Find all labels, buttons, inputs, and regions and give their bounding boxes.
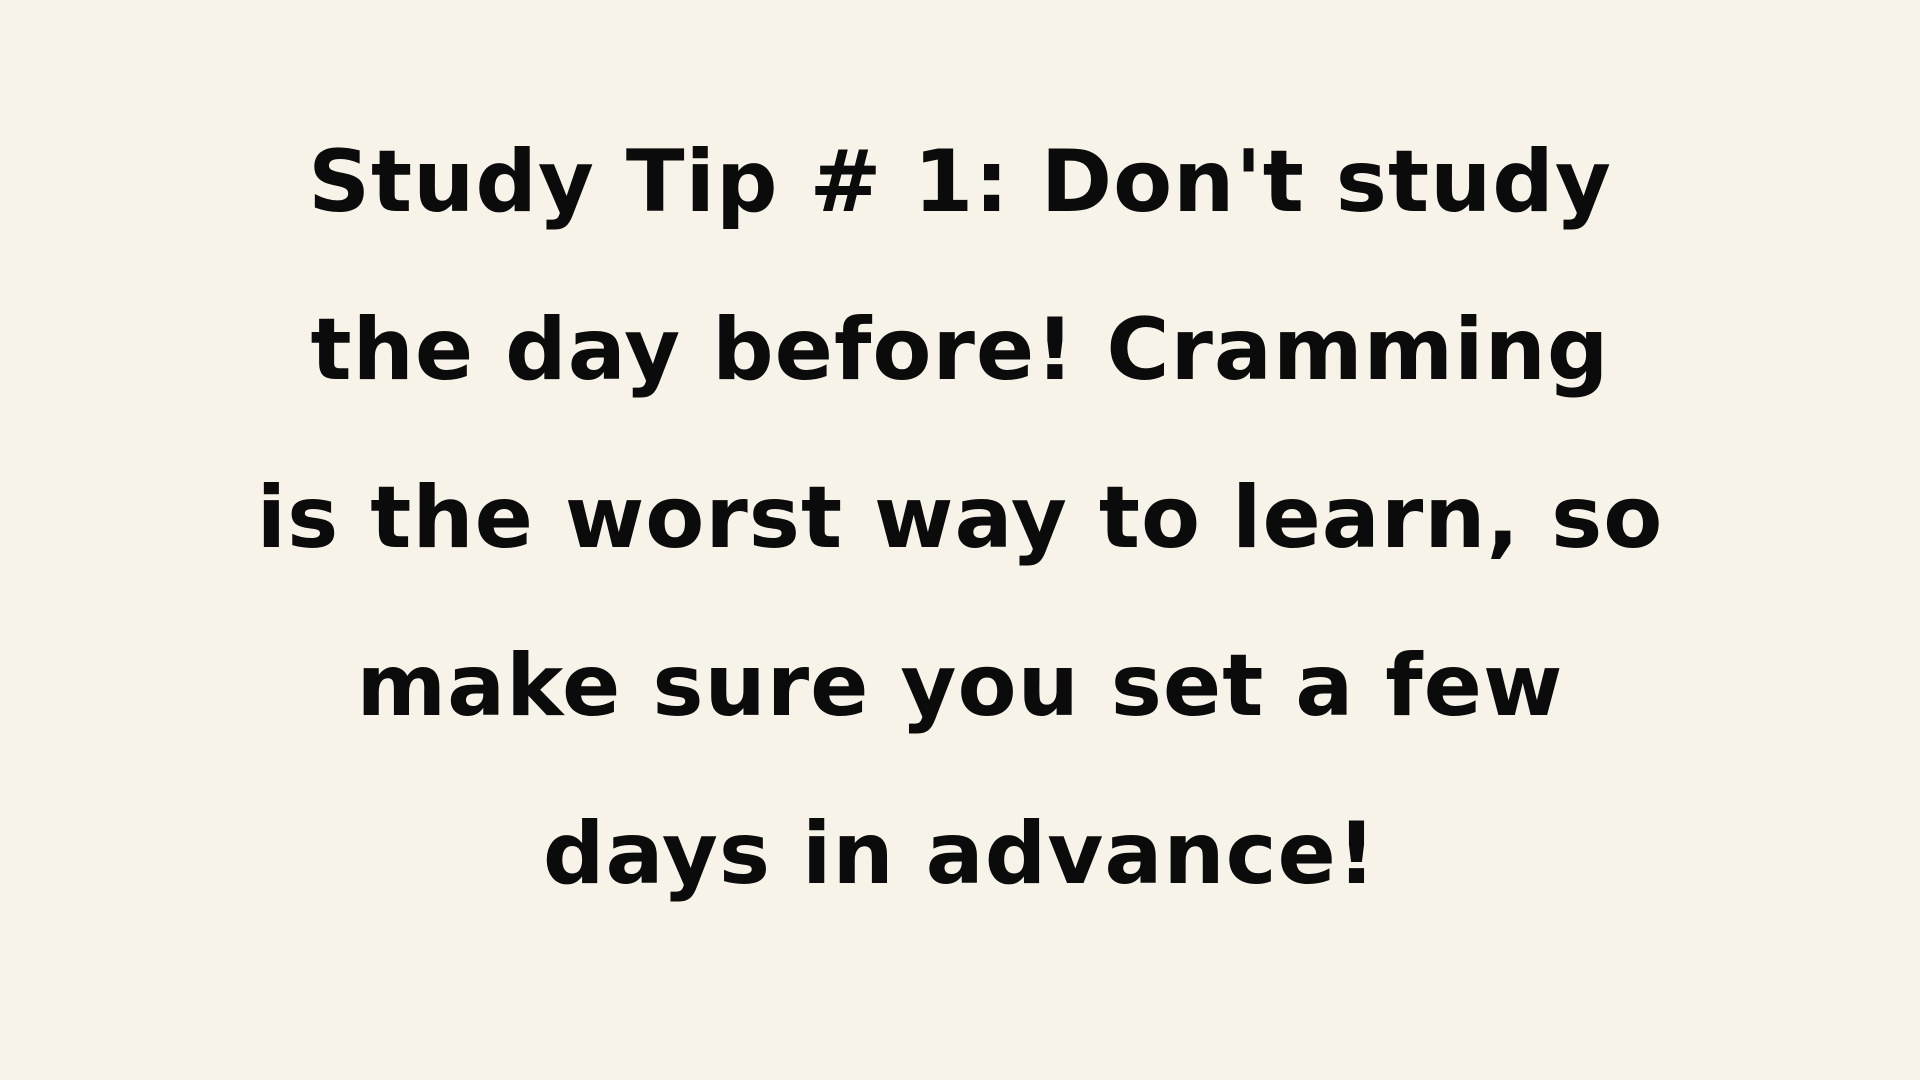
study-tip-line-2: the day before! Cramming bbox=[310, 300, 1610, 400]
study-tip-text: Study Tip # 1: Don't study the day befor… bbox=[230, 98, 1690, 938]
study-tip-slide: Study Tip # 1: Don't study the day befor… bbox=[0, 0, 1920, 1080]
study-tip-line-3: is the worst way to learn, so bbox=[256, 468, 1664, 568]
study-tip-line-4: make sure you set a few bbox=[356, 636, 1564, 736]
study-tip-line-5: days in advance! bbox=[542, 804, 1378, 904]
study-tip-line-1: Study Tip # 1: Don't study bbox=[308, 132, 1612, 232]
